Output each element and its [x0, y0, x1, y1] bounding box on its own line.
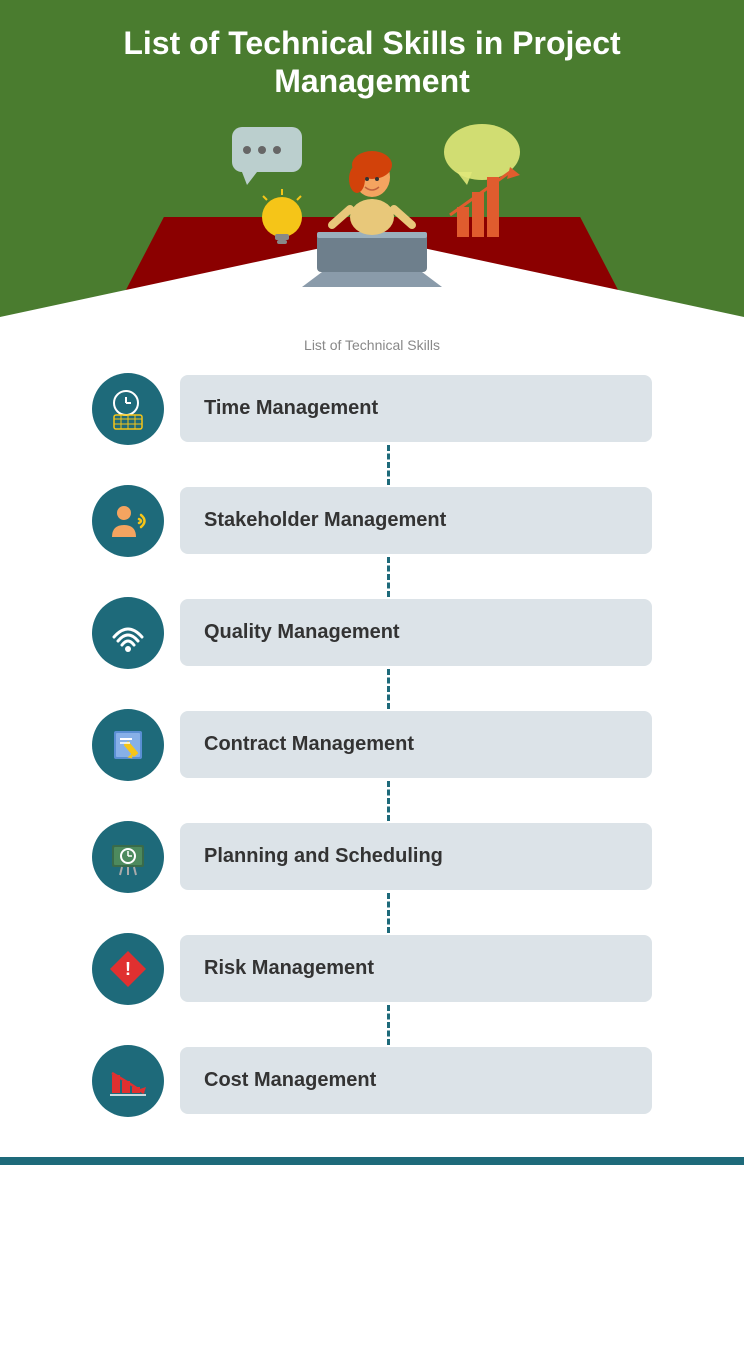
skill-item-stakeholder-management: Stakeholder Management — [92, 485, 652, 557]
page-title: List of Technical Skills in Project Mana… — [40, 24, 704, 117]
subtitle: List of Technical Skills — [60, 337, 684, 353]
skill-icon-stakeholder-management — [92, 485, 164, 557]
connector-2 — [387, 557, 391, 597]
skill-label-stakeholder-management: Stakeholder Management — [180, 487, 652, 554]
skill-icon-contract-management — [92, 709, 164, 781]
skills-list: Time Management Stakeholder Management — [60, 373, 684, 1117]
skill-icon-risk-management: ! — [92, 933, 164, 1005]
svg-text:!: ! — [125, 959, 131, 979]
skill-icon-time-management — [92, 373, 164, 445]
skill-icon-cost-management — [92, 1045, 164, 1117]
skill-label-risk-management: Risk Management — [180, 935, 652, 1002]
skill-item-risk-management: ! Risk Management — [92, 933, 652, 1005]
page-header: List of Technical Skills in Project Mana… — [0, 0, 744, 117]
connector-5 — [387, 893, 391, 933]
skill-label-time-management: Time Management — [180, 375, 652, 442]
skill-label-quality-management: Quality Management — [180, 599, 652, 666]
skill-label-planning-scheduling: Planning and Scheduling — [180, 823, 652, 890]
connector-1 — [387, 445, 391, 485]
skill-item-quality-management: Quality Management — [92, 597, 652, 669]
skill-icon-quality-management — [92, 597, 164, 669]
content-area: List of Technical Skills — [0, 317, 744, 1157]
skill-item-contract-management: Contract Management — [92, 709, 652, 781]
skill-icon-planning-scheduling — [92, 821, 164, 893]
connector-6 — [387, 1005, 391, 1045]
skill-label-cost-management: Cost Management — [180, 1047, 652, 1114]
illustration-area — [0, 117, 744, 317]
skill-item-cost-management: Cost Management — [92, 1045, 652, 1117]
skill-label-contract-management: Contract Management — [180, 711, 652, 778]
connector-3 — [387, 669, 391, 709]
speaker-illustration — [202, 117, 542, 287]
skill-item-planning-scheduling: Planning and Scheduling — [92, 821, 652, 893]
skill-item-time-management: Time Management — [92, 373, 652, 445]
footer-bar — [0, 1157, 744, 1165]
connector-4 — [387, 781, 391, 821]
